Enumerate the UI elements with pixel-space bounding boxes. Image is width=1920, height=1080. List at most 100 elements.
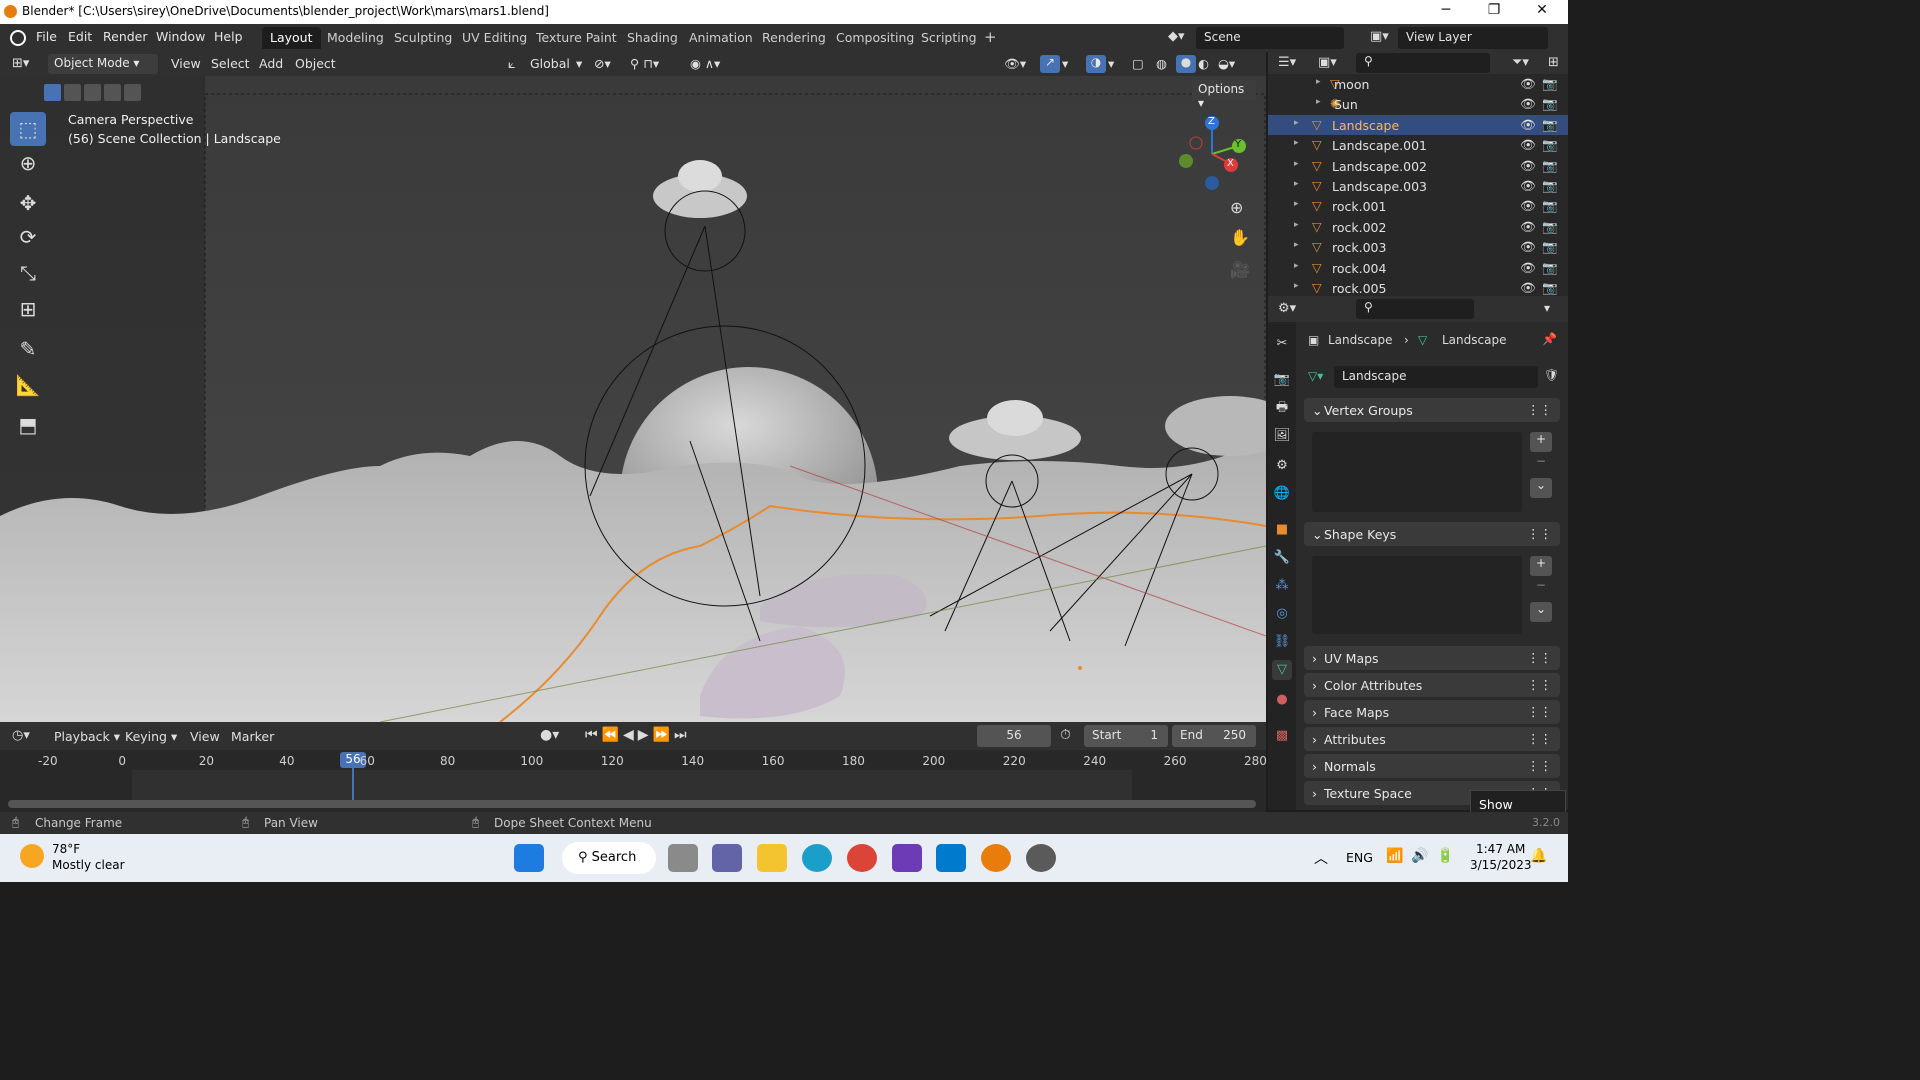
visibility-eye-icon[interactable]: 👁 (1520, 158, 1536, 174)
visibility-eye-icon[interactable]: 👁 (1520, 96, 1536, 112)
menu-marker[interactable]: Marker (231, 729, 274, 744)
outliner-row[interactable]: ▸ ▽ Landscape 👁 📷 (1268, 114, 1568, 135)
task-view-icon[interactable] (668, 844, 698, 872)
menu-keying[interactable]: Keying ▾ (125, 729, 177, 744)
tab-texture-paint[interactable]: Texture Paint (528, 27, 625, 49)
timeline-editor-icon[interactable]: ◷▾ (12, 728, 30, 743)
pin-icon[interactable]: 📌 (1542, 332, 1557, 346)
output-tab-icon[interactable]: 🖶 (1272, 398, 1292, 418)
weather-temp[interactable]: 78°F (52, 842, 80, 856)
object-tab-icon[interactable]: ■ (1272, 520, 1292, 540)
visibility-eye-icon[interactable]: 👁 (1520, 260, 1536, 276)
menu-render[interactable]: Render (103, 29, 148, 44)
drag-handle-icon[interactable]: ⋮⋮ (1527, 758, 1552, 773)
render-camera-icon[interactable]: 📷 (1542, 96, 1558, 112)
visibility-eye-icon[interactable]: 👁 (1520, 117, 1536, 133)
weather-icon[interactable] (20, 844, 44, 868)
render-camera-icon[interactable]: 📷 (1542, 117, 1558, 133)
properties-editor-icon[interactable]: ⚙▾ (1278, 301, 1296, 316)
clock-time[interactable]: 1:47 AM (1476, 842, 1525, 856)
tab-modeling[interactable]: Modeling (319, 27, 392, 49)
render-camera-icon[interactable]: 📷 (1542, 178, 1558, 194)
expand-arrow-icon[interactable]: ▸ (1294, 159, 1299, 169)
maximize-button[interactable]: ❐ (1484, 2, 1504, 22)
system-tray-icons[interactable]: 📶🔊🔋 (1386, 848, 1462, 864)
menu-add[interactable]: Add (259, 56, 283, 71)
end-frame-field[interactable]: End 250 (1172, 725, 1256, 747)
outliner-row[interactable]: ▸ ✺ Sun 👁 📷 (1268, 94, 1568, 114)
proportional-edit-icon[interactable]: ◉ ∧▾ (690, 56, 720, 71)
remove-vertex-group-button[interactable]: − (1530, 454, 1552, 474)
add-workspace-button[interactable]: + (976, 27, 1005, 49)
outliner-row[interactable]: ▸ ▽ rock.005 👁 📷 (1268, 278, 1568, 298)
panel-collapsed[interactable]: › Face Maps ⋮⋮ (1304, 700, 1560, 724)
annotate-tool-icon[interactable]: ✎ (10, 332, 46, 366)
blender-taskbar-icon[interactable] (981, 844, 1011, 872)
render-tab-icon[interactable]: 📷 (1272, 370, 1292, 390)
timeline[interactable]: 56 (0, 750, 1266, 812)
drag-handle-icon[interactable]: ⋮⋮ (1527, 704, 1552, 719)
panel-collapsed[interactable]: › UV Maps ⋮⋮ (1304, 646, 1560, 670)
expand-arrow-icon[interactable]: ▸ (1316, 97, 1321, 107)
visibility-eye-icon[interactable]: 👁 (1520, 76, 1536, 92)
stopwatch-icon[interactable]: ⏱ (1060, 727, 1071, 743)
teams-chat-icon[interactable] (712, 844, 742, 872)
clock-date[interactable]: 3/15/2023 (1470, 858, 1532, 872)
render-camera-icon[interactable]: 📷 (1542, 239, 1558, 255)
view-layer-selector[interactable]: View Layer (1398, 27, 1548, 49)
cursor-tool-icon[interactable]: ⊕ (10, 146, 46, 180)
expand-arrow-icon[interactable]: ▸ (1294, 118, 1299, 128)
outliner-row[interactable]: ▸ ▽ rock.004 👁 📷 (1268, 258, 1568, 278)
edge-icon[interactable] (802, 844, 832, 872)
outliner-search-input[interactable]: ⚲ (1356, 53, 1490, 73)
expand-arrow-icon[interactable]: ▸ (1294, 261, 1299, 271)
gizmo-dropdown-icon[interactable]: ▾ (1062, 56, 1068, 71)
tab-sculpting[interactable]: Sculpting (386, 27, 460, 49)
display-mode-icon[interactable]: ▣▾ (1318, 55, 1337, 70)
drag-handle-icon[interactable]: ⋮⋮ (1527, 731, 1552, 746)
wireframe-shading-icon[interactable]: ◍ (1156, 56, 1167, 71)
start-windows-icon[interactable] (514, 844, 544, 872)
drag-handle-icon[interactable]: ⋮⋮ (1527, 402, 1552, 417)
material-shading-icon[interactable]: ◐ (1198, 56, 1209, 71)
menu-timeline-view[interactable]: View (190, 729, 220, 744)
scene-tab-icon[interactable]: ⚙ (1272, 456, 1292, 476)
outliner-row[interactable]: ▸ ▽ Landscape.001 👁 📷 (1268, 135, 1568, 155)
menu-object[interactable]: Object (295, 56, 336, 71)
panel-collapsed[interactable]: › Color Attributes ⋮⋮ (1304, 673, 1560, 697)
scene-icon[interactable]: ◆▾ (1168, 29, 1185, 44)
tab-compositing[interactable]: Compositing (828, 27, 922, 49)
notification-icon[interactable]: 🔔 (1530, 848, 1547, 864)
tab-rendering[interactable]: Rendering (754, 27, 834, 49)
add-vertex-group-button[interactable]: + (1530, 432, 1552, 452)
settings-gear-icon[interactable] (1026, 844, 1056, 872)
expand-arrow-icon[interactable]: ▸ (1294, 240, 1299, 250)
visibility-icon[interactable]: 👁▾ (1004, 56, 1026, 72)
overlay-toggle-icon[interactable]: ◑ (1086, 55, 1106, 73)
rendered-shading-icon[interactable]: ◒▾ (1218, 56, 1235, 71)
expand-arrow-icon[interactable]: ▸ (1294, 179, 1299, 189)
drag-handle-icon[interactable]: ⋮⋮ (1527, 526, 1552, 541)
current-frame-field[interactable]: 56 (977, 725, 1051, 747)
filter-icon[interactable]: ⏷▾ (1512, 55, 1529, 70)
menu-file[interactable]: File (36, 29, 57, 44)
menu-edit[interactable]: Edit (68, 29, 92, 44)
shape-key-specials-button[interactable]: ⌄ (1530, 602, 1552, 622)
timeline-scrollbar[interactable] (8, 800, 1256, 808)
menu-playback[interactable]: Playback ▾ (54, 729, 120, 744)
mesh-datablock-name[interactable]: Landscape (1334, 366, 1538, 388)
outliner-row[interactable]: ▸ ▽ rock.001 👁 📷 (1268, 196, 1568, 216)
world-tab-icon[interactable]: 🌐 (1272, 484, 1292, 504)
pan-hand-icon[interactable]: ✋ (1230, 228, 1250, 247)
mode-selector[interactable]: Object Mode ▾ (48, 54, 158, 74)
visibility-eye-icon[interactable]: 👁 (1520, 219, 1536, 235)
chrome-icon[interactable] (847, 844, 877, 872)
expand-arrow-icon[interactable]: ▸ (1316, 77, 1321, 87)
properties-search-input[interactable]: ⚲ (1356, 299, 1474, 319)
render-camera-icon[interactable]: 📷 (1542, 280, 1558, 296)
tool-tab-icon[interactable]: ✂ (1272, 334, 1292, 354)
options-button[interactable]: Options ▾ (1192, 80, 1256, 110)
select-new-icon[interactable] (44, 84, 61, 101)
shape-keys-list[interactable] (1312, 556, 1522, 634)
expand-arrow-icon[interactable]: ▸ (1294, 220, 1299, 230)
